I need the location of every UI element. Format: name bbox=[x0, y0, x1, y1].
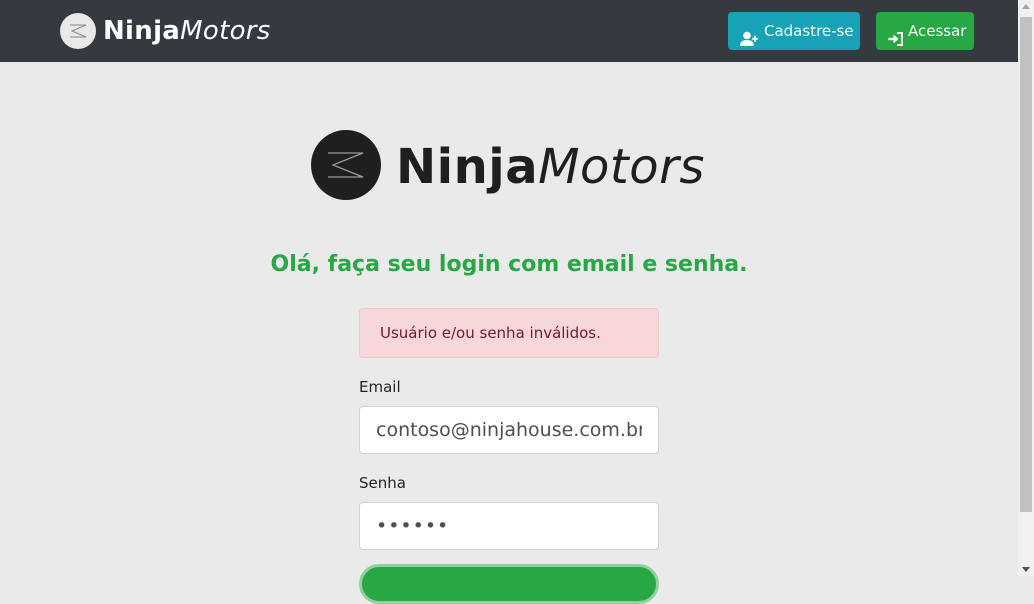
email-input[interactable] bbox=[359, 406, 659, 454]
hero-logo-icon bbox=[311, 130, 381, 200]
login-subtitle: Olá, faça seu login com email e senha. bbox=[270, 252, 748, 277]
scroll-up-icon[interactable] bbox=[1022, 4, 1030, 9]
hero-brand-name: NinjaMotors bbox=[396, 138, 705, 196]
vertical-scrollbar[interactable] bbox=[1018, 0, 1034, 576]
signup-button-label: Cadastre-se bbox=[764, 22, 854, 40]
error-alert: Usuário e/ou senha inválidos. bbox=[359, 308, 659, 358]
login-nav-button-label: Acessar bbox=[908, 22, 967, 40]
brand-name-bold: Ninja bbox=[103, 16, 181, 46]
brand-name-italic: Motors bbox=[180, 16, 271, 46]
user-plus-icon bbox=[740, 23, 758, 46]
password-label: Senha bbox=[359, 474, 406, 492]
brand-name[interactable]: NinjaMotors bbox=[103, 15, 271, 47]
email-label: Email bbox=[359, 378, 401, 396]
signup-button[interactable]: Cadastre-se bbox=[728, 12, 860, 50]
scroll-thumb[interactable] bbox=[1020, 17, 1032, 512]
sign-in-icon bbox=[888, 23, 904, 46]
login-submit-button[interactable] bbox=[359, 564, 659, 604]
brand-logo-icon[interactable] bbox=[60, 13, 96, 49]
login-nav-button[interactable]: Acessar bbox=[876, 12, 974, 50]
hero-brand-italic: Motors bbox=[538, 139, 705, 195]
hero-brand-bold: Ninja bbox=[396, 139, 539, 195]
scroll-down-icon[interactable] bbox=[1022, 567, 1030, 572]
navbar: NinjaMotors Cadastre-se Acessar bbox=[0, 0, 1018, 62]
password-input[interactable] bbox=[359, 502, 659, 550]
